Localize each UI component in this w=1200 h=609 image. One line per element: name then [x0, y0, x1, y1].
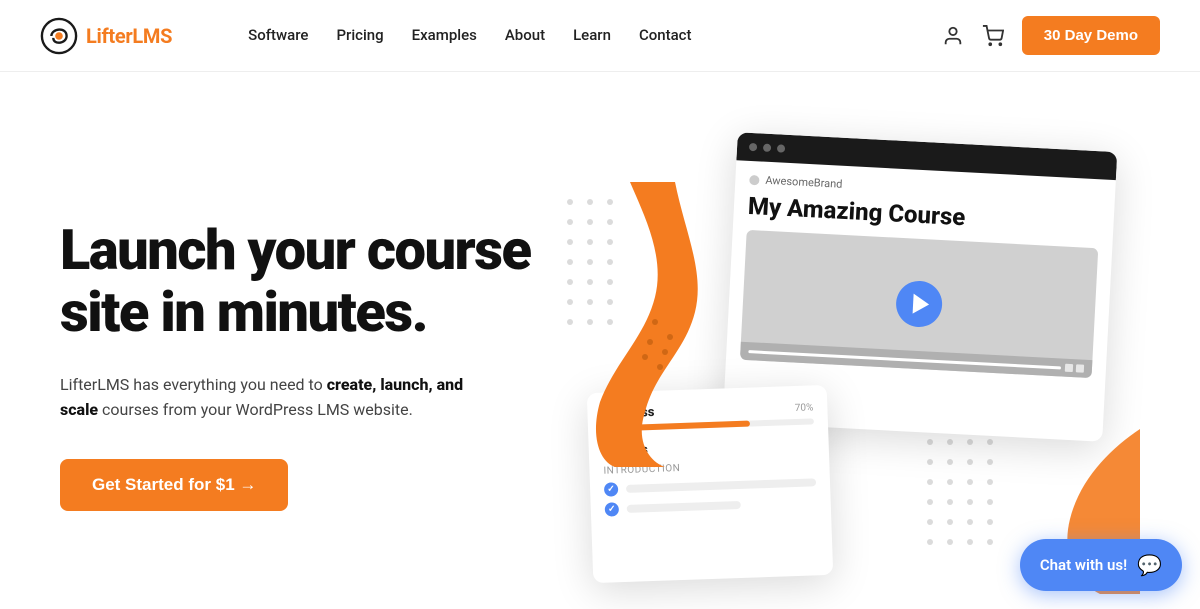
fullscreen-icon — [1076, 364, 1084, 372]
play-triangle-icon — [912, 294, 929, 315]
progress-percentage: 70% — [795, 402, 814, 414]
chat-bubble-icon: 💬 — [1137, 553, 1162, 577]
logo[interactable]: LifterLMS — [40, 17, 172, 55]
window-dot-1 — [749, 143, 757, 151]
hero-right: AwesomeBrand My Amazing Course — [540, 122, 1140, 609]
demo-button[interactable]: 30 Day Demo — [1022, 16, 1160, 55]
navbar: LifterLMS Software Pricing Examples Abou… — [0, 0, 1200, 72]
nav-about[interactable]: About — [505, 26, 545, 44]
lesson-line-2 — [627, 501, 741, 513]
brand-name: AwesomeBrand — [765, 174, 843, 191]
logo-text: LifterLMS — [86, 24, 172, 48]
nav-contact[interactable]: Contact — [639, 26, 692, 44]
volume-icon — [1065, 364, 1073, 372]
check-icon-1: ✓ — [604, 482, 618, 496]
checkmark-1: ✓ — [607, 484, 615, 494]
checkmark-2: ✓ — [608, 504, 616, 514]
browser-content: AwesomeBrand My Amazing Course — [725, 160, 1116, 391]
video-controls — [740, 342, 1092, 378]
nav-examples[interactable]: Examples — [412, 26, 477, 44]
hero-title: Launch your course site in minutes. — [60, 220, 540, 343]
window-dot-2 — [763, 144, 771, 152]
check-icon-2: ✓ — [605, 502, 619, 516]
nav-software[interactable]: Software — [248, 26, 308, 44]
lesson-row-2: ✓ — [605, 495, 817, 516]
nav-pricing[interactable]: Pricing — [336, 26, 383, 44]
logo-icon — [40, 17, 78, 55]
hero-left: Launch your course site in minutes. Lift… — [60, 220, 540, 510]
lesson-line-1 — [626, 478, 816, 493]
cart-icon[interactable] — [982, 25, 1004, 47]
nav-right: 30 Day Demo — [942, 16, 1160, 55]
hero-section: Launch your course site in minutes. Lift… — [0, 72, 1200, 609]
user-icon[interactable] — [942, 25, 964, 47]
lesson-row-1: ✓ — [604, 475, 816, 496]
window-dot-3 — [777, 144, 785, 152]
brand-avatar — [749, 174, 760, 185]
nav-left: LifterLMS Software Pricing Examples Abou… — [40, 0, 732, 72]
orange-swoosh — [595, 172, 725, 472]
control-icons — [1065, 364, 1084, 373]
chat-label: Chat with us! — [1040, 556, 1127, 574]
nav-learn[interactable]: Learn — [573, 26, 611, 44]
progress-track — [748, 350, 1061, 369]
nav-links: Software Pricing Examples About Learn Co… — [208, 0, 731, 72]
video-thumbnail — [740, 230, 1098, 378]
play-button[interactable] — [895, 280, 943, 328]
chat-widget[interactable]: Chat with us! 💬 — [1020, 539, 1182, 591]
hero-description: LifterLMS has everything you need to cre… — [60, 372, 500, 423]
get-started-button[interactable]: Get Started for $1 → — [60, 459, 288, 511]
